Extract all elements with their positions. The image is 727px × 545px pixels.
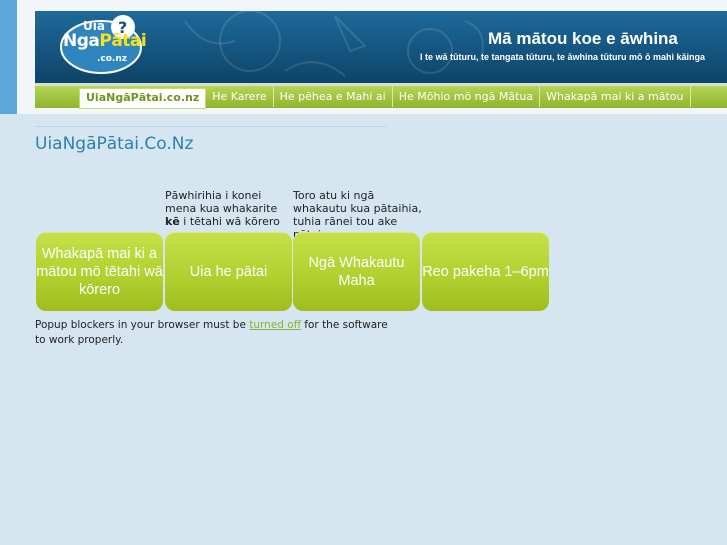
popup-blocker-note: Popup blockers in your browser must be t… xyxy=(35,318,395,348)
logo-patai: Pātai xyxy=(99,31,147,51)
booking-text-pre: Pāwhirihia i konei mena kua whakarite xyxy=(165,189,278,215)
english-hours-button[interactable]: Reo pakeha 1–6pm xyxy=(422,232,549,311)
logo-main: NgaPātai xyxy=(63,31,147,51)
logo-nga: Nga xyxy=(63,31,100,51)
main-navigation: UiaNgāPātai.co.nz He Karere He pēhea e M… xyxy=(35,85,727,109)
nav-item-home[interactable]: UiaNgāPātai.co.nz xyxy=(79,88,207,109)
header-subtagline: I te wā tūturu, te tangata tūturu, te āw… xyxy=(420,52,706,62)
nav-item-parents-info[interactable]: He Mōhio mō ngā Mātua xyxy=(393,86,541,107)
turned-off-link[interactable]: turned off xyxy=(249,319,301,331)
booking-description: Pāwhirihia i konei mena kua whakarite kē… xyxy=(165,189,290,228)
booking-text-bold: kē xyxy=(165,215,180,228)
contact-session-button[interactable]: Whakapā mai ki a mātou mō tētahi wā kōre… xyxy=(36,232,163,311)
content-divider xyxy=(35,126,387,127)
header-banner: ? Uia NgaPātai .co.nz Mā mātou koe e āwh… xyxy=(35,11,727,83)
logo-domain: .co.nz xyxy=(97,54,128,64)
nav-item-contact[interactable]: Whakapā mai ki a mātou xyxy=(540,86,691,107)
booking-text-post: i tētahi wā kōrero xyxy=(179,215,280,228)
left-accent-strip xyxy=(0,0,17,114)
ask-question-button[interactable]: Uia he pātai xyxy=(165,232,292,311)
nav-item-how-it-works[interactable]: He pēhea e Mahi ai xyxy=(274,86,393,107)
site-logo[interactable]: ? Uia NgaPātai .co.nz xyxy=(49,13,149,79)
header-tagline: Mā mātou koe e āwhina xyxy=(488,29,678,48)
answers-button[interactable]: Ngā Whakautu Maha xyxy=(293,232,420,311)
nav-item-news[interactable]: He Karere xyxy=(206,86,274,107)
note-text-pre: Popup blockers in your browser must be xyxy=(35,319,250,331)
page-title: UiaNgāPātai.Co.Nz xyxy=(35,134,194,154)
